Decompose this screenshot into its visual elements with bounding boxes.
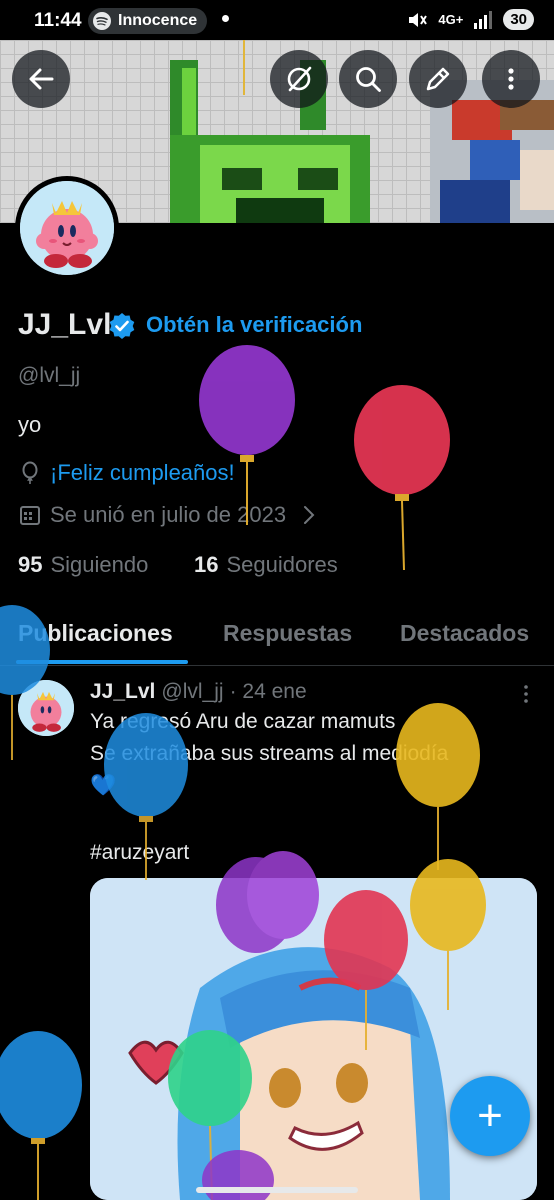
search-icon — [356, 67, 381, 92]
post-header: JJ_Lvl @lvl_jj · 24 ene — [90, 680, 307, 704]
status-bar: 11:44 Innocence 4G+ 30 — [0, 0, 554, 40]
arrow-left-icon — [29, 68, 54, 90]
media-title: Innocence — [118, 12, 198, 29]
kirby-icon — [20, 181, 114, 275]
spotify-icon — [93, 12, 111, 30]
following-stat[interactable]: 95 Siguiendo — [18, 552, 148, 578]
followers-count: 16 — [194, 552, 219, 577]
balloon-blue-bottom — [0, 1031, 82, 1200]
followers-stat[interactable]: 16 Seguidores — [194, 552, 338, 578]
profile-bio: yo — [18, 412, 42, 437]
chevron-right-icon — [304, 506, 315, 524]
post-author[interactable]: JJ_Lvl — [90, 680, 155, 704]
kirby-icon — [18, 680, 74, 736]
tab-highlights[interactable]: Destacados — [400, 620, 529, 647]
active-tab-indicator — [16, 660, 188, 664]
balloon-red-top — [354, 385, 450, 571]
tab-replies[interactable]: Respuestas — [223, 620, 352, 647]
media-pill[interactable]: Innocence — [88, 8, 208, 34]
search-button[interactable] — [339, 50, 397, 108]
joined-text: Se unió en julio de 2023 — [50, 502, 287, 527]
birthday-text[interactable]: ¡Feliz cumpleaños! — [50, 460, 235, 486]
verified-badge-icon — [109, 313, 135, 339]
display-name: JJ_Lvl — [18, 308, 112, 341]
more-button[interactable] — [482, 50, 540, 108]
compose-fab-button[interactable]: + — [450, 1076, 530, 1156]
mute-icon — [409, 12, 428, 27]
notification-dot — [222, 15, 229, 22]
profile-handle: @lvl_jj — [18, 364, 81, 387]
back-button[interactable] — [12, 50, 70, 108]
battery-level: 30 — [503, 9, 534, 30]
avatar-image — [20, 181, 114, 275]
joined-row[interactable]: Se unió en julio de 2023 — [18, 502, 318, 528]
post-avatar[interactable] — [18, 680, 74, 736]
post-more-icon[interactable] — [516, 684, 536, 704]
following-label: Siguiendo — [50, 552, 149, 577]
edit-button[interactable] — [409, 50, 467, 108]
post-handle: @lvl_jj — [161, 680, 224, 703]
home-indicator[interactable] — [196, 1187, 358, 1193]
birthday-row: ¡Feliz cumpleaños! — [18, 460, 235, 486]
plus-icon: + — [477, 1091, 503, 1140]
post-hashtag[interactable]: #aruzeyart — [90, 841, 189, 865]
post-emoji: 💙 — [90, 774, 117, 797]
grok-button[interactable] — [270, 50, 328, 108]
edit-icon — [426, 67, 450, 91]
tabs-divider — [0, 665, 554, 666]
balloon-purple-top — [199, 345, 295, 525]
signal-icon — [474, 10, 493, 29]
balloon-icon — [22, 461, 38, 484]
status-time: 11:44 — [34, 10, 82, 31]
more-vertical-icon — [508, 68, 514, 90]
profile-avatar[interactable] — [15, 176, 119, 280]
grok-icon — [287, 66, 312, 92]
post-text-line2: Se extrañaba sus streams al mediodía — [90, 742, 449, 765]
following-count: 95 — [18, 552, 43, 577]
get-verified-link[interactable]: Obtén la verificación — [146, 312, 362, 338]
balloon-yellow-mid — [396, 703, 480, 870]
post-image[interactable] — [90, 878, 537, 1200]
followers-label: Seguidores — [226, 552, 338, 577]
network-label: 4G+ — [438, 12, 464, 27]
anime-girl-artwork — [90, 878, 537, 1200]
post-text-line1: Ya regresó Aru de cazar mamuts — [90, 710, 396, 733]
post-date: · 24 ene — [229, 680, 307, 703]
tab-posts[interactable]: Publicaciones — [18, 620, 173, 647]
calendar-icon — [20, 506, 40, 525]
status-icons: 4G+ 30 — [406, 9, 534, 30]
